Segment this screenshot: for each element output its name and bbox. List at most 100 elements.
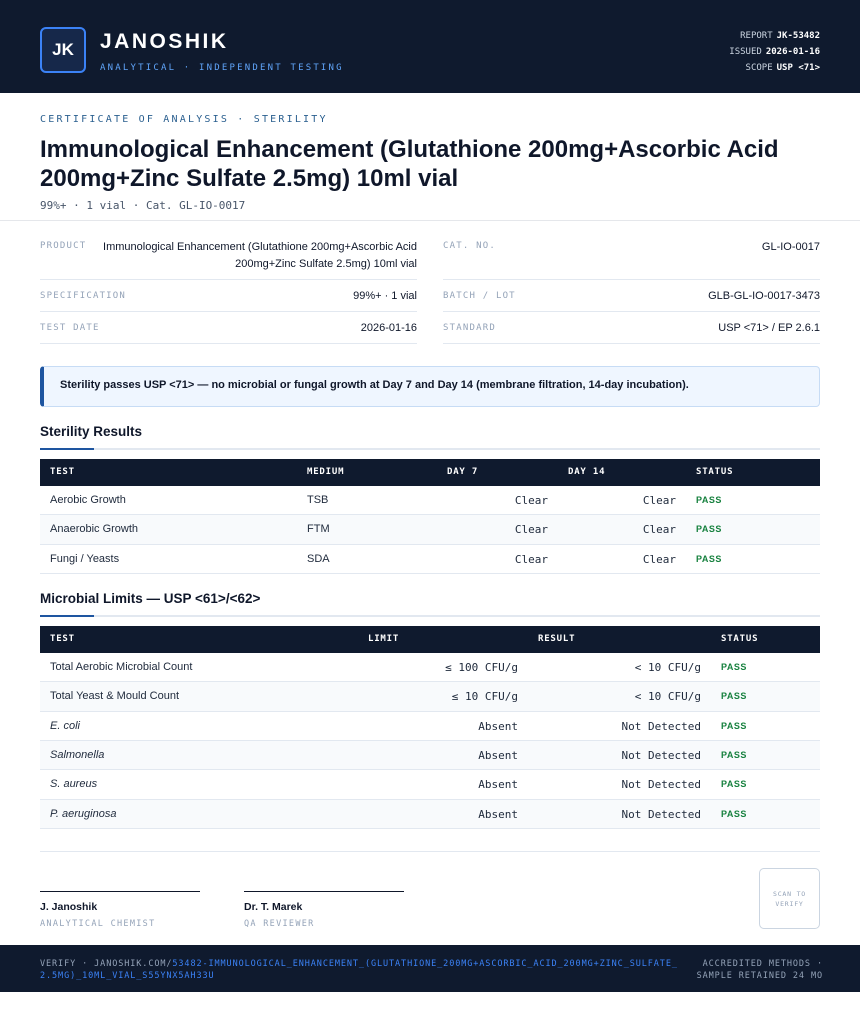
col-result: RESULT <box>538 634 576 644</box>
info-standard: STANDARD USP <71> / EP 2.6.1 <box>443 312 820 344</box>
table-row: Aerobic Growth TSB Clear Clear PASS <box>40 486 820 515</box>
col-day7: DAY 7 <box>447 467 479 477</box>
day14-result: Clear <box>642 553 676 566</box>
test-name: Salmonella <box>50 749 105 761</box>
result-value: Not Detected <box>621 778 701 791</box>
col-test: TEST <box>50 467 75 477</box>
test-date-label: TEST DATE <box>40 323 100 333</box>
result-value: < 10 CFU/g <box>634 690 701 703</box>
limit-value: ≤ 10 CFU/g <box>451 690 518 703</box>
report-header: JK JANOSHIK ANALYTICAL · INDEPENDENT TES… <box>0 0 860 93</box>
sterility-table: TEST MEDIUM DAY 7 DAY 14 STATUS Aerobic … <box>40 459 820 574</box>
day7-result: Clear <box>514 494 548 507</box>
signer-role: ANALYTICAL CHEMIST <box>40 919 156 929</box>
col-limit: LIMIT <box>368 634 400 644</box>
info-specification: SPECIFICATION 99%+ · 1 vial <box>40 280 417 312</box>
status-badge: PASS <box>721 809 747 819</box>
info-batch: BATCH / LOT GLB-GL-IO-0017-3473 <box>443 280 820 312</box>
table-row: Fungi / Yeasts SDA Clear Clear PASS <box>40 545 820 574</box>
limit-value: Absent <box>478 808 518 821</box>
standard-label: STANDARD <box>443 323 496 333</box>
test-name: Fungi / Yeasts <box>50 553 120 565</box>
spec-value: 99%+ · 1 vial <box>353 290 417 302</box>
info-test-date: TEST DATE 2026-01-16 <box>40 312 417 344</box>
signature-analyst: J. Janoshik ANALYTICAL CHEMIST <box>40 891 200 929</box>
report-meta: REPORT JK-53482 ISSUED 2026-01-16 SCOPE USP… <box>729 28 820 76</box>
table-row: Total Yeast & Mould Count ≤ 10 CFU/g < 1… <box>40 682 820 712</box>
day7-result: Clear <box>514 523 548 536</box>
spec-label: SPECIFICATION <box>40 291 127 301</box>
test-date-value: 2026-01-16 <box>360 322 417 334</box>
document-eyebrow: CERTIFICATE OF ANALYSIS · STERILITY <box>40 114 328 125</box>
signer-name: J. Janoshik <box>40 901 98 913</box>
cat-value: GL-IO-0017 <box>761 241 820 253</box>
status-badge: PASS <box>721 662 747 672</box>
report-number: JK-53482 <box>776 31 820 41</box>
col-status: STATUS <box>696 467 734 477</box>
batch-value: GLB-GL-IO-0017-3473 <box>708 290 820 302</box>
qr-verify-box[interactable]: SCAN TO VERIFY <box>759 868 820 929</box>
signer-name: Dr. T. Marek <box>244 901 303 913</box>
status-badge: PASS <box>721 750 747 760</box>
brand-name: JANOSHIK <box>100 30 229 53</box>
microbial-section-rule <box>40 615 820 617</box>
limit-value: Absent <box>478 749 518 762</box>
test-name: S. aureus <box>50 778 98 790</box>
day14-result: Clear <box>642 494 676 507</box>
page-title: Immunological Enhancement (Glutathione 2… <box>40 136 779 192</box>
signature-divider <box>40 851 820 852</box>
product-label: PRODUCT <box>40 241 87 251</box>
result-value: Not Detected <box>621 720 701 733</box>
table-row: E. coli Absent Not Detected PASS <box>40 712 820 741</box>
sterility-section-rule <box>40 448 820 450</box>
table-row: P. aeruginosa Absent Not Detected PASS <box>40 800 820 829</box>
scope-label: SCOPE <box>745 63 773 73</box>
footer-note: ACCREDITED METHODS · SAMPLE RETAINED 24 … <box>696 959 823 981</box>
brand-tagline: ANALYTICAL · INDEPENDENT TESTING <box>100 63 344 73</box>
signature-reviewer: Dr. T. Marek QA REVIEWER <box>244 891 404 929</box>
limit-value: Absent <box>478 720 518 733</box>
limit-value: Absent <box>478 778 518 791</box>
issued-label: ISSUED <box>729 47 762 57</box>
col-status: STATUS <box>721 634 759 644</box>
col-medium: MEDIUM <box>307 467 345 477</box>
col-day14: DAY 14 <box>568 467 606 477</box>
status-badge: PASS <box>696 524 722 534</box>
verify-link[interactable]: VERIFY · JANOSHIK.COM/53482-IMMUNOLOGICA… <box>40 958 680 982</box>
test-name: Total Yeast & Mould Count <box>50 690 180 702</box>
report-footer: VERIFY · JANOSHIK.COM/53482-IMMUNOLOGICA… <box>0 945 860 992</box>
medium: SDA <box>307 553 330 565</box>
result-value: Not Detected <box>621 808 701 821</box>
result-value: < 10 CFU/g <box>634 661 701 674</box>
test-name: Aerobic Growth <box>50 494 126 506</box>
limit-value: ≤ 100 CFU/g <box>445 661 518 674</box>
standard-value: USP <71> / EP 2.6.1 <box>718 322 820 334</box>
sterility-section-title: Sterility Results <box>40 424 143 439</box>
brand-logo: JK <box>40 27 86 73</box>
title-divider <box>0 220 860 221</box>
result-summary-callout: Sterility passes USP <71> — no microbial… <box>40 366 820 407</box>
result-value: Not Detected <box>621 749 701 762</box>
cat-label: CAT. NO. <box>443 241 496 251</box>
info-product: PRODUCT Immunological Enhancement (Gluta… <box>40 239 417 280</box>
col-test: TEST <box>50 634 75 644</box>
microbial-table-header: TEST LIMIT RESULT STATUS <box>40 626 820 653</box>
test-name: P. aeruginosa <box>50 808 117 820</box>
report-label: REPORT <box>740 31 773 41</box>
sterility-table-header: TEST MEDIUM DAY 7 DAY 14 STATUS <box>40 459 820 486</box>
table-row: S. aureus Absent Not Detected PASS <box>40 770 820 800</box>
table-row: Total Aerobic Microbial Count ≤ 100 CFU/… <box>40 653 820 682</box>
test-name: Total Aerobic Microbial Count <box>50 661 193 673</box>
status-badge: PASS <box>696 554 722 564</box>
day7-result: Clear <box>514 553 548 566</box>
status-badge: PASS <box>696 495 722 505</box>
verify-prefix: VERIFY · JANOSHIK.COM/ <box>40 959 173 969</box>
signer-role: QA REVIEWER <box>244 919 315 929</box>
batch-label: BATCH / LOT <box>443 291 516 301</box>
microbial-table: TEST LIMIT RESULT STATUS Total Aerobic M… <box>40 626 820 829</box>
medium: FTM <box>307 523 330 535</box>
product-value: Immunological Enhancement (Glutathione 2… <box>103 241 417 270</box>
day14-result: Clear <box>642 523 676 536</box>
medium: TSB <box>307 494 329 506</box>
document-subtitle: 99%+ · 1 vial · Cat. GL-IO-0017 <box>40 199 246 212</box>
